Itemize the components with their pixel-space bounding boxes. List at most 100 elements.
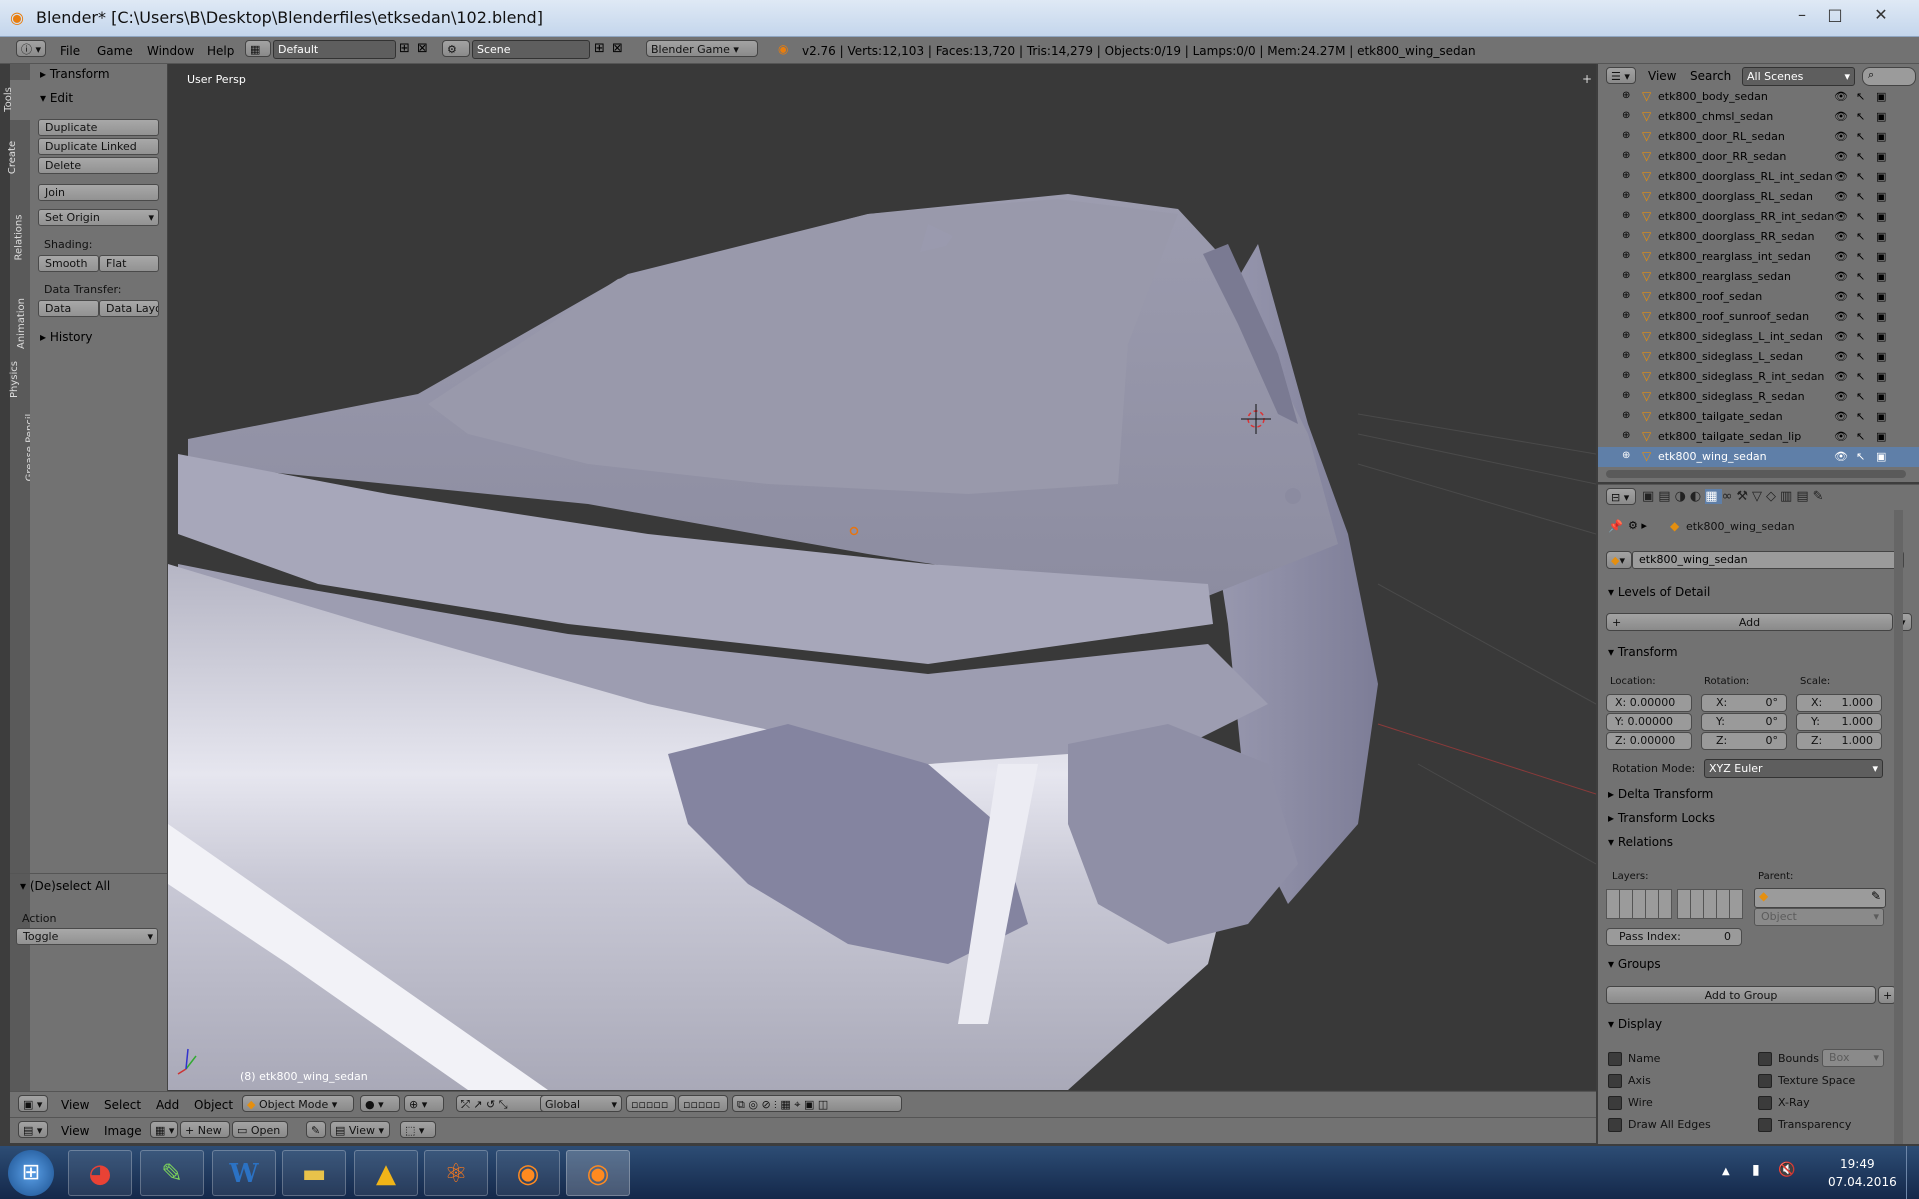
restrict-select-icon[interactable]: ↖	[1856, 190, 1865, 203]
tab-physics[interactable]: Physics	[9, 352, 30, 412]
rotation-x-field[interactable]: X: 0°	[1701, 694, 1787, 712]
restrict-select-icon[interactable]: ↖	[1856, 170, 1865, 183]
display-wire-checkbox[interactable]	[1608, 1096, 1622, 1110]
menu-file[interactable]: File	[60, 44, 80, 58]
outliner-item[interactable]: ⊕ ▽ etk800_sideglass_L_int_sedan 👁 ↖ ▣	[1598, 327, 1919, 347]
outliner-item[interactable]: ⊕ ▽ etk800_chmsl_sedan 👁 ↖ ▣	[1598, 107, 1919, 127]
image-open-button[interactable]: ▭ Open	[232, 1121, 288, 1138]
restrict-render-icon[interactable]: ▣	[1876, 430, 1886, 443]
delta-transform-panel-header[interactable]: ▸ Delta Transform	[1608, 787, 1713, 801]
data-button[interactable]: Data	[38, 300, 99, 317]
expand-icon[interactable]: ⊕	[1622, 330, 1630, 341]
image-browse-icon[interactable]: ▦ ▾	[150, 1121, 178, 1138]
outliner-item[interactable]: ⊕ ▽ etk800_rearglass_sedan 👁 ↖ ▣	[1598, 267, 1919, 287]
relations-panel-header[interactable]: ▾ Relations	[1608, 835, 1673, 849]
image-extra-icon[interactable]: ⬚ ▾	[400, 1121, 436, 1138]
restrict-render-icon[interactable]: ▣	[1876, 330, 1886, 343]
outliner-item[interactable]: ⊕ ▽ etk800_body_sedan 👁 ↖ ▣	[1598, 87, 1919, 107]
object-name-field[interactable]: etk800_wing_sedan	[1632, 551, 1904, 569]
pass-index-field[interactable]: Pass Index: 0	[1606, 928, 1742, 946]
restrict-render-icon[interactable]: ▣	[1876, 270, 1886, 283]
eyedropper-icon[interactable]: ✎	[1871, 889, 1881, 903]
display-bounds-checkbox[interactable]	[1758, 1052, 1772, 1066]
parent-field[interactable]: ◆ ✎	[1754, 888, 1886, 908]
close-button[interactable]: ✕	[1866, 4, 1896, 26]
edit-panel-header[interactable]: ▾ Edit	[40, 91, 73, 105]
restrict-render-icon[interactable]: ▣	[1876, 370, 1886, 383]
restrict-view-icon[interactable]: 👁	[1834, 310, 1848, 323]
restrict-view-icon[interactable]: 👁	[1834, 170, 1848, 183]
minimize-button[interactable]: –	[1787, 4, 1817, 26]
snapping-tools-icons[interactable]: ⧉ ◎ ⊘ ⫶ ▦ ⌖ ▣ ◫	[732, 1095, 902, 1112]
expand-icon[interactable]: ⊕	[1622, 450, 1630, 461]
duplicate-linked-button[interactable]: Duplicate Linked	[38, 138, 159, 155]
restrict-render-icon[interactable]: ▣	[1876, 190, 1886, 203]
editor-type-3d-icon[interactable]: ▣ ▾	[18, 1095, 48, 1112]
restrict-view-icon[interactable]: 👁	[1834, 390, 1848, 403]
restrict-view-icon[interactable]: 👁	[1834, 150, 1848, 163]
expand-icon[interactable]: ⊕	[1622, 210, 1630, 221]
network-app-taskbar-icon[interactable]: ⚛	[424, 1150, 488, 1196]
restrict-render-icon[interactable]: ▣	[1876, 110, 1886, 123]
menu-view[interactable]: View	[61, 1098, 89, 1112]
restrict-view-icon[interactable]: 👁	[1834, 270, 1848, 283]
groups-panel-header[interactable]: ▾ Groups	[1608, 957, 1661, 971]
restrict-render-icon[interactable]: ▣	[1876, 310, 1886, 323]
texture-space-checkbox[interactable]	[1758, 1074, 1772, 1088]
blender-active-taskbar-icon[interactable]: ◉	[566, 1150, 630, 1196]
outliner-scrollbar[interactable]	[1606, 470, 1906, 478]
maximize-button[interactable]: □	[1820, 4, 1850, 26]
outliner-item[interactable]: ⊕ ▽ etk800_doorglass_RR_int_sedan 👁 ↖ ▣	[1598, 207, 1919, 227]
editor-type-outliner-icon[interactable]: ☰ ▾	[1606, 67, 1636, 84]
scale-x-field[interactable]: X: 1.000	[1796, 694, 1882, 712]
scene-field[interactable]: Scene	[472, 40, 590, 59]
expand-icon[interactable]: ⊕	[1622, 250, 1630, 261]
transform-orientation-dropdown[interactable]: Global ▾	[540, 1095, 622, 1112]
restrict-select-icon[interactable]: ↖	[1856, 250, 1865, 263]
restrict-view-icon[interactable]: 👁	[1834, 230, 1848, 243]
rotation-z-field[interactable]: Z: 0°	[1701, 732, 1787, 750]
clock-time[interactable]: 19:49	[1840, 1157, 1875, 1171]
set-origin-dropdown[interactable]: Set Origin ▾	[38, 209, 159, 226]
outliner-item[interactable]: ⊕ ▽ etk800_doorglass_RR_sedan 👁 ↖ ▣	[1598, 227, 1919, 247]
outliner-item[interactable]: ⊕ ▽ etk800_wing_sedan 👁 ↖ ▣	[1598, 447, 1919, 467]
outliner-search-input[interactable]: ⌕	[1862, 67, 1916, 86]
menu-add[interactable]: Add	[156, 1098, 179, 1112]
expand-icon[interactable]: ⊕	[1622, 270, 1630, 281]
outliner-item[interactable]: ⊕ ▽ etk800_door_RL_sedan 👁 ↖ ▣	[1598, 127, 1919, 147]
restrict-select-icon[interactable]: ↖	[1856, 290, 1865, 303]
restrict-select-icon[interactable]: ↖	[1856, 90, 1865, 103]
add-to-group-button[interactable]: Add to Group	[1606, 986, 1876, 1004]
expand-icon[interactable]: ⊕	[1622, 310, 1630, 321]
smooth-button[interactable]: Smooth	[38, 255, 99, 272]
delete-button[interactable]: Delete	[38, 157, 159, 174]
layers-grid-left[interactable]: ▫▫▫▫▫	[626, 1095, 676, 1112]
screen-layout-field[interactable]: Default	[273, 40, 396, 59]
editor-type-image-icon[interactable]: ▤ ▾	[18, 1121, 48, 1138]
restrict-view-icon[interactable]: 👁	[1834, 410, 1848, 423]
outliner-display-mode[interactable]: All Scenes ▾	[1742, 67, 1855, 86]
restrict-render-icon[interactable]: ▣	[1876, 250, 1886, 263]
restrict-select-icon[interactable]: ↖	[1856, 370, 1865, 383]
duplicate-button[interactable]: Duplicate	[38, 119, 159, 136]
outliner-item[interactable]: ⊕ ▽ etk800_door_RR_sedan 👁 ↖ ▣	[1598, 147, 1919, 167]
restrict-select-icon[interactable]: ↖	[1856, 390, 1865, 403]
rotation-y-field[interactable]: Y: 0°	[1701, 713, 1787, 731]
restrict-render-icon[interactable]: ▣	[1876, 130, 1886, 143]
expand-icon[interactable]: ⊕	[1622, 410, 1630, 421]
operator-panel-header[interactable]: ▾ (De)select All	[20, 879, 110, 893]
restrict-render-icon[interactable]: ▣	[1876, 230, 1886, 243]
restrict-select-icon[interactable]: ↖	[1856, 210, 1865, 223]
menu-select[interactable]: Select	[104, 1098, 141, 1112]
expand-icon[interactable]: ⊕	[1622, 110, 1630, 121]
scale-y-field[interactable]: Y: 1.000	[1796, 713, 1882, 731]
menu-help[interactable]: Help	[207, 44, 234, 58]
remove-scene-icon[interactable]: ⊠	[612, 41, 623, 56]
layers-grid-b[interactable]	[1677, 889, 1743, 919]
restrict-select-icon[interactable]: ↖	[1856, 430, 1865, 443]
location-y-field[interactable]: Y: 0.00000	[1606, 713, 1692, 731]
restrict-view-icon[interactable]: 👁	[1834, 90, 1848, 103]
render-engine-dropdown[interactable]: Blender Game ▾	[646, 40, 758, 57]
outliner-item[interactable]: ⊕ ▽ etk800_roof_sedan 👁 ↖ ▣	[1598, 287, 1919, 307]
menu-object[interactable]: Object	[194, 1098, 233, 1112]
